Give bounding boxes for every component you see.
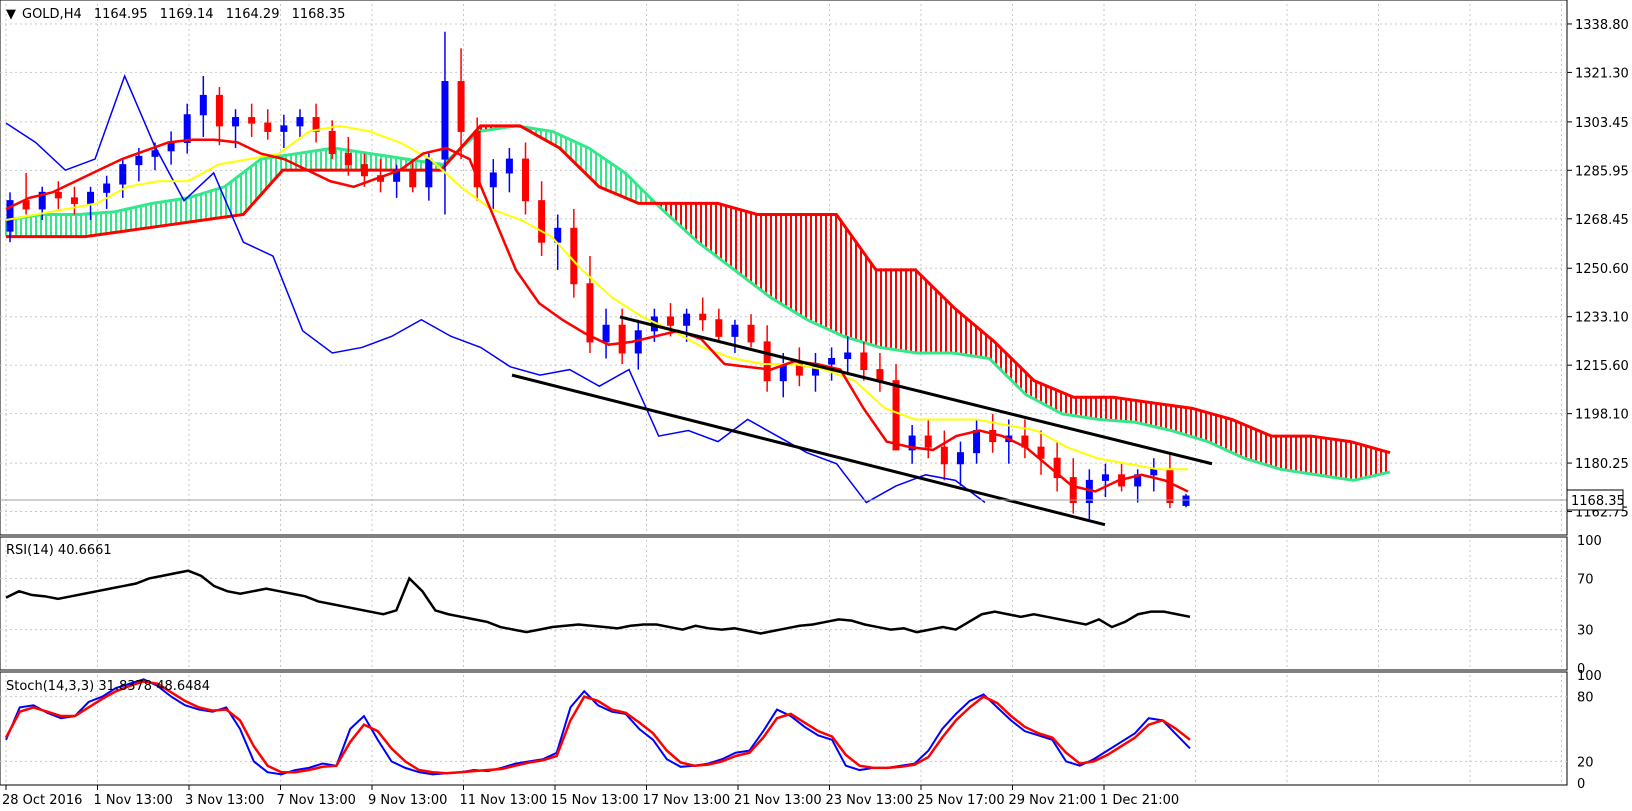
candle-body (360, 164, 368, 177)
candle-body (844, 352, 852, 360)
candle-body (570, 227, 578, 285)
stoch-panel (0, 671, 1568, 786)
candle-body (747, 324, 755, 343)
close-value: 1168.35 (292, 7, 346, 22)
candle-body (715, 319, 723, 337)
candle-body (22, 200, 30, 210)
time-tick-label: 25 Nov 17:00 (917, 793, 1005, 808)
candle-body (87, 191, 95, 204)
candle-body (683, 313, 691, 326)
price-tick-label: 1268.45 (1575, 213, 1629, 228)
candle-body (199, 94, 207, 116)
price-tick-label: 1198.10 (1575, 408, 1629, 423)
time-tick-label: 3 Nov 13:00 (185, 793, 264, 808)
stoch-title: Stoch(14,3,3) 31.8378 48.6484 (6, 679, 210, 694)
stoch-tick-label: 0 (1577, 777, 1585, 792)
header-arrow[interactable]: ▼ (6, 7, 16, 22)
candle-body (1150, 468, 1158, 476)
candle-body (586, 283, 594, 343)
candle-body (489, 172, 497, 188)
candle-body (70, 197, 78, 204)
time-tick-label: 9 Nov 13:00 (368, 793, 447, 808)
price-tick-label: 1233.10 (1575, 311, 1629, 326)
candle-body (119, 164, 127, 185)
rsi-panel (0, 536, 1568, 671)
stoch-tick-label: 20 (1577, 755, 1594, 770)
candle-body (54, 191, 62, 199)
candle-body (1069, 477, 1077, 504)
rsi-title: RSI(14) 40.6661 (6, 543, 112, 558)
candle-body (618, 324, 626, 354)
time-tick-label: 17 Nov 13:00 (643, 793, 731, 808)
candle-body (763, 341, 771, 382)
candle-body (1182, 495, 1190, 506)
candle-body (280, 125, 288, 132)
candle-body (892, 380, 900, 451)
candle (1182, 493, 1190, 508)
symbol: GOLD,H4 (22, 7, 82, 22)
candle-body (860, 352, 868, 371)
candle-body (409, 169, 417, 188)
stoch-tick-label: 100 (1577, 669, 1602, 684)
candle-body (183, 114, 191, 143)
price-tick-label: 1338.80 (1575, 18, 1629, 33)
time-tick-label: 11 Nov 13:00 (460, 793, 548, 808)
candle-body (505, 158, 513, 174)
candle-body (296, 117, 304, 127)
time-tick-label: 29 Nov 21:00 (1009, 793, 1097, 808)
candle-body (924, 435, 932, 448)
current-price-label: 1168.35 (1571, 494, 1625, 509)
low-value: 1164.29 (226, 7, 280, 22)
candle-body (1166, 468, 1174, 504)
candle-body (248, 117, 256, 124)
high-value: 1169.14 (160, 7, 214, 22)
candle-body (666, 316, 674, 326)
candle-body (264, 122, 272, 132)
time-tick-label: 21 Nov 13:00 (734, 793, 822, 808)
candle-body (699, 313, 707, 321)
price-tick-label: 1321.30 (1575, 66, 1629, 81)
candle-body (135, 155, 143, 166)
candle-body (1101, 474, 1109, 481)
time-tick-label: 15 Nov 13:00 (551, 793, 639, 808)
price-axis: 1338.80 1321.30 1303.45 1285.95 1268.45 1250.… (1567, 18, 1629, 521)
time-tick-label: 1 Dec 21:00 (1100, 793, 1179, 808)
price-tick-label: 1303.45 (1575, 116, 1629, 131)
candle-body (425, 158, 433, 188)
time-tick-label: 1 Nov 13:00 (94, 793, 173, 808)
candle-body (538, 200, 546, 243)
price-tick-label: 1180.25 (1575, 457, 1629, 472)
rsi-tick-label: 100 (1577, 534, 1602, 549)
chart-canvas: 1338.80 1321.30 1303.45 1285.95 1268.45 1250.… (0, 0, 1629, 808)
candle-body (344, 153, 352, 166)
candle-body (167, 141, 175, 152)
candle-body (103, 183, 111, 193)
candle-body (876, 369, 884, 382)
candle-body (602, 324, 610, 343)
stoch-tick-label: 80 (1577, 691, 1594, 706)
rsi-tick-label: 30 (1577, 624, 1594, 639)
candle-body (232, 117, 240, 127)
time-tick-label: 7 Nov 13:00 (277, 793, 356, 808)
time-axis: 28 Oct 2016 1 Nov 13:00 3 Nov 13:00 7 Nov 1… (2, 785, 1179, 808)
candle-body (973, 430, 981, 454)
candle-body (828, 358, 836, 365)
candle-body (522, 158, 530, 202)
rsi-tick-label: 70 (1577, 572, 1594, 587)
time-tick-label: 23 Nov 13:00 (826, 793, 914, 808)
open-value: 1164.95 (94, 7, 148, 22)
stoch-axis: 100 80 20 0 (1577, 669, 1602, 792)
price-tick-label: 1215.60 (1575, 359, 1629, 374)
candle-body (940, 446, 948, 465)
price-tick-label: 1285.95 (1575, 164, 1629, 179)
candle-body (215, 94, 223, 127)
price-tick-label: 1250.60 (1575, 262, 1629, 277)
candle-body (956, 452, 964, 465)
rsi-axis: 10070300 (1577, 534, 1602, 677)
candle-body (457, 81, 465, 132)
candle-body (328, 130, 336, 155)
candle-body (731, 324, 739, 337)
symbol-title: GOLD,H4 1164.95 1169.14 1164.29 1168.35 (22, 7, 345, 22)
time-tick-label: 28 Oct 2016 (2, 793, 82, 808)
